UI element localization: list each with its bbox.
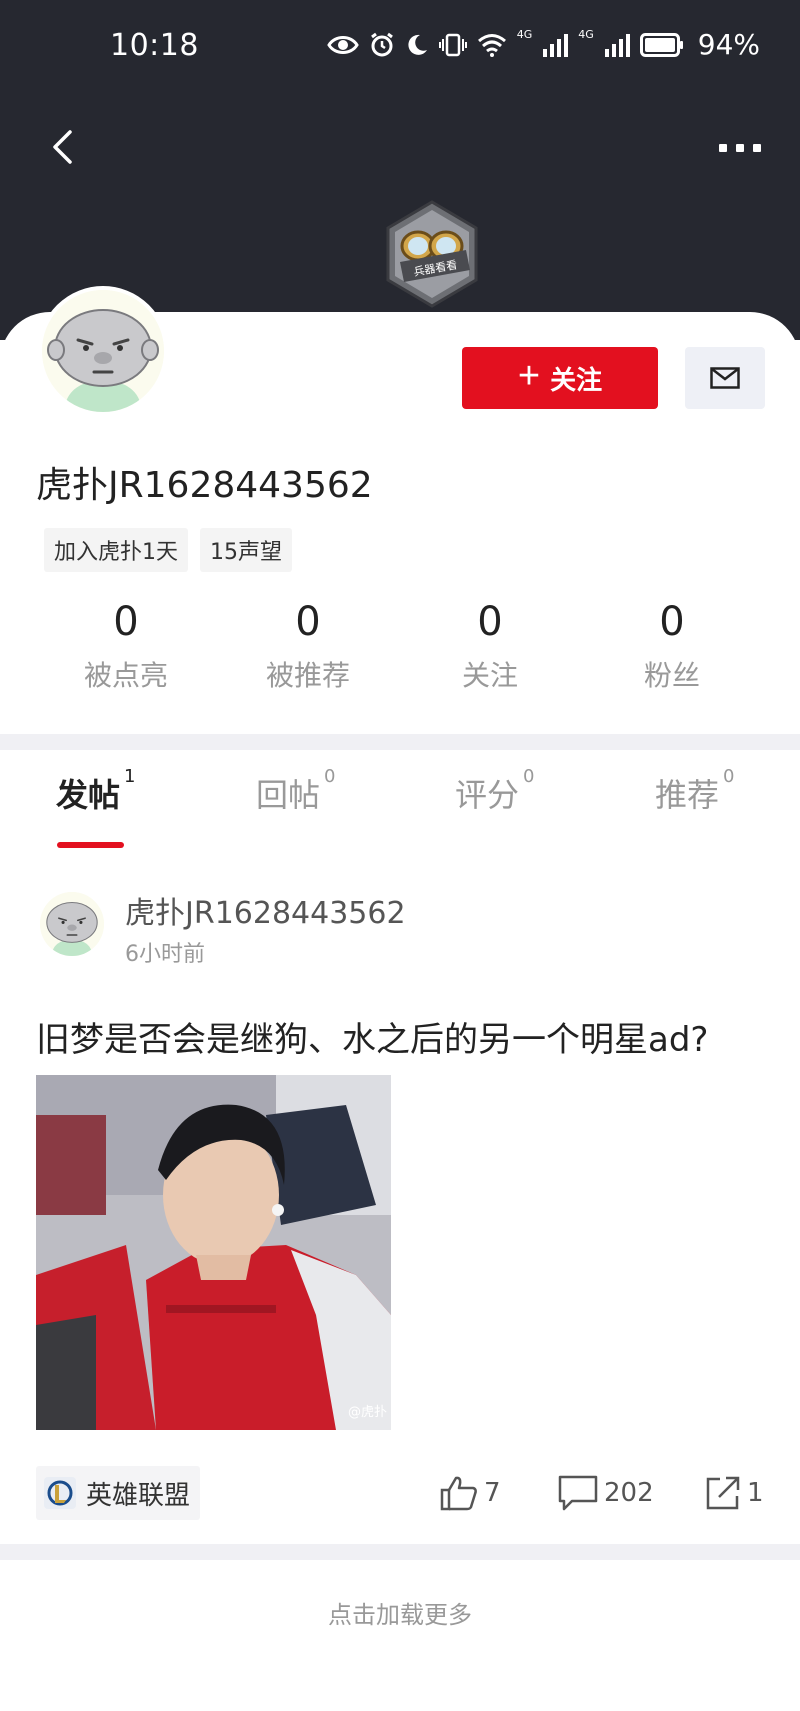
share-icon [706, 1476, 740, 1510]
back-button[interactable] [44, 124, 80, 170]
back-arrow-icon [53, 130, 72, 164]
content-tabs: 发帖 1 回帖 0 评分 0 推荐 0 [0, 766, 800, 850]
plus-icon: + [517, 355, 541, 397]
tab-posts[interactable]: 发帖 1 [56, 766, 135, 816]
profile-stats: 0 被点亮 0 被推荐 0 关注 0 粉丝 [0, 596, 800, 694]
image-watermark: @虎扑 [347, 1405, 387, 1420]
like-icon [440, 1476, 477, 1511]
stat-recommended[interactable]: 0 被推荐 [217, 596, 399, 694]
follow-button[interactable]: + 关注 [462, 347, 658, 409]
tab-label: 推荐 [655, 776, 720, 814]
tab-ratings[interactable]: 评分 0 [455, 766, 534, 816]
stat-label: 粉丝 [643, 659, 700, 692]
mail-icon [710, 367, 740, 389]
section-divider [0, 1544, 800, 1560]
like-button[interactable]: 7 [440, 1468, 501, 1518]
stat-lit[interactable]: 0 被点亮 [35, 596, 217, 694]
stat-value: 0 [477, 599, 503, 645]
post-time: 6小时前 [125, 942, 205, 967]
share-button[interactable]: 1 [705, 1468, 764, 1518]
more-options-button[interactable] [710, 130, 770, 166]
share-count: 1 [747, 1478, 764, 1508]
avatar-face-icon [42, 290, 164, 412]
tag-reputation[interactable]: 15声望 [200, 528, 292, 572]
tab-count: 0 [324, 766, 336, 787]
topic-chip[interactable]: 英雄联盟 [36, 1466, 201, 1520]
tag-join-days: 加入虎扑1天 [44, 528, 188, 572]
message-button[interactable] [685, 347, 765, 409]
network-label-1: 4G [516, 28, 533, 41]
stat-following[interactable]: 0 关注 [399, 596, 581, 694]
post-image[interactable]: @虎扑 [36, 1075, 391, 1430]
stat-value: 0 [295, 599, 321, 645]
stat-value: 0 [113, 599, 139, 645]
stat-value: 0 [659, 599, 685, 645]
avatar-face-icon [40, 892, 104, 956]
signal-icon-2 [604, 33, 630, 57]
tab-label: 评分 [455, 776, 520, 814]
profile-tags: 加入虎扑1天 15声望 [44, 528, 292, 572]
stat-label: 关注 [461, 659, 518, 692]
more-dots-icon [719, 144, 727, 152]
eye-icon [326, 35, 359, 54]
lol-logo-icon [44, 1477, 76, 1509]
section-divider [0, 734, 800, 750]
goggles-badge-icon: 兵器看看 [386, 200, 478, 308]
post-author-avatar[interactable] [40, 892, 104, 956]
moon-icon [408, 34, 427, 55]
topic-name: 英雄联盟 [86, 1480, 191, 1511]
battery-icon [639, 32, 683, 57]
status-time: 10:18 [110, 28, 199, 63]
avatar[interactable] [38, 286, 168, 416]
vibrate-icon [438, 33, 467, 56]
comment-count: 202 [604, 1478, 654, 1508]
comment-icon [558, 1475, 598, 1511]
tab-count: 1 [124, 766, 136, 787]
post-author-name[interactable]: 虎扑JR1628443562 [125, 888, 406, 932]
stat-label: 被推荐 [265, 659, 350, 692]
tab-recommends[interactable]: 推荐 0 [655, 766, 734, 816]
like-count: 7 [484, 1478, 501, 1508]
signal-icon [543, 33, 569, 57]
follow-label: 关注 [550, 364, 603, 395]
tab-count: 0 [523, 766, 535, 787]
load-more-button[interactable]: 点击加载更多 [0, 1595, 800, 1630]
status-icons: 4G 4G 94% [326, 28, 760, 61]
player-photo [36, 1075, 391, 1430]
tab-count: 0 [723, 766, 735, 787]
tab-label: 回帖 [256, 776, 321, 814]
profile-username: 虎扑JR1628443562 [36, 465, 373, 506]
achievement-badge[interactable]: 兵器看看 [378, 200, 486, 308]
comment-button[interactable]: 202 [558, 1468, 654, 1518]
post-title[interactable]: 旧梦是否会是继狗、水之后的另一个明星ad? [36, 1012, 708, 1061]
alarm-icon [370, 32, 393, 56]
stat-followers[interactable]: 0 粉丝 [581, 596, 763, 694]
status-bar: 10:18 4G 4G 94% [0, 0, 800, 95]
stat-label: 被点亮 [83, 659, 168, 692]
network-label-2: 4G [578, 28, 594, 41]
tab-label: 发帖 [56, 776, 121, 814]
battery-percent: 94% [697, 28, 760, 61]
wifi-icon [477, 33, 506, 57]
tab-replies[interactable]: 回帖 0 [256, 766, 335, 816]
active-tab-indicator [57, 842, 124, 848]
